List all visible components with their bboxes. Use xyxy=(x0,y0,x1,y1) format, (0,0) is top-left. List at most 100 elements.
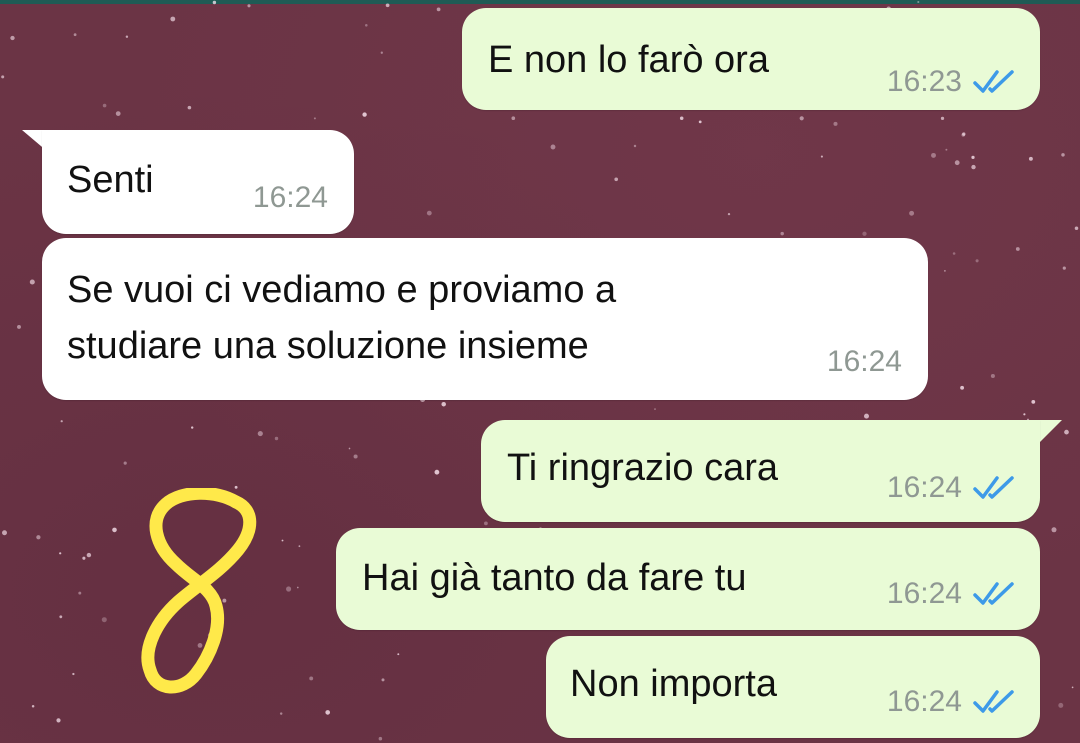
wallpaper-speck xyxy=(484,521,488,526)
wallpaper-speck xyxy=(72,672,75,676)
message-bubble-outgoing[interactable]: Hai già tanto da fare tu 16:24 xyxy=(336,528,1040,630)
wallpaper-speck xyxy=(952,252,956,255)
message-bubble-outgoing[interactable]: Non importa 16:24 xyxy=(546,636,1040,738)
wallpaper-speck xyxy=(971,155,975,160)
wallpaper-speck xyxy=(614,177,619,182)
handwritten-number-annotation xyxy=(141,488,257,694)
wallpaper-speck xyxy=(112,527,117,533)
wallpaper-speck xyxy=(820,155,823,158)
bubble-tail-outgoing xyxy=(1040,420,1062,442)
wallpaper-speck xyxy=(436,7,441,12)
wallpaper-speck xyxy=(698,120,702,124)
wallpaper-speck xyxy=(59,615,63,619)
wallpaper-speck xyxy=(29,279,35,285)
message-time: 16:24 xyxy=(252,181,328,214)
wallpaper-speck xyxy=(247,4,251,8)
wallpaper-speck xyxy=(212,0,217,5)
wallpaper-speck xyxy=(115,111,121,116)
message-meta: 16:24 xyxy=(253,178,328,218)
wallpaper-speck xyxy=(348,447,351,450)
wallpaper-speck xyxy=(59,552,62,555)
wallpaper-speck xyxy=(86,552,92,558)
wallpaper-speck xyxy=(971,164,976,170)
wallpaper-speck xyxy=(125,35,129,38)
wallpaper-speck xyxy=(780,231,784,236)
message-bubble-incoming[interactable]: Se vuoi ci vediamo e proviamo a studiare… xyxy=(42,238,928,400)
double-check-icon xyxy=(973,582,1014,605)
wallpaper-speck xyxy=(1031,400,1036,404)
wallpaper-speck xyxy=(296,586,299,589)
wallpaper-speck xyxy=(385,3,390,8)
wallpaper-speck xyxy=(362,112,367,117)
message-text: Senti xyxy=(67,159,154,201)
double-check-icon xyxy=(973,476,1014,499)
wallpaper-speck xyxy=(1058,702,1064,708)
wallpaper-speck xyxy=(56,718,61,723)
wallpaper-speck xyxy=(281,539,284,542)
wallpaper-speck xyxy=(102,103,107,108)
wallpaper-speck xyxy=(313,117,316,120)
wallpaper-speck xyxy=(60,420,63,423)
wallpaper-speck xyxy=(633,144,637,148)
wallpaper-speck xyxy=(381,678,385,682)
wallpaper-speck xyxy=(10,35,15,41)
wallpaper-speck xyxy=(1051,527,1057,533)
wallpaper-speck xyxy=(945,148,948,151)
wallpaper-speck xyxy=(864,413,869,419)
wallpaper-speck xyxy=(975,259,979,263)
wallpaper-speck xyxy=(257,431,263,437)
wallpaper-speck xyxy=(1015,247,1020,251)
message-time: 16:24 xyxy=(826,345,902,378)
wallpaper-speck xyxy=(909,210,915,216)
message-text-line: studiare una soluzione insieme xyxy=(67,325,589,367)
wallpaper-speck xyxy=(441,401,446,407)
wallpaper-speck xyxy=(2,530,7,536)
message-meta: 16:24 xyxy=(887,574,1018,614)
wallpaper-speck xyxy=(378,736,383,741)
wallpaper-speck xyxy=(36,535,41,540)
wallpaper-speck xyxy=(960,385,965,390)
wallpaper-speck xyxy=(325,710,331,715)
wallpaper-speck xyxy=(279,712,283,715)
message-text: Ti ringrazio cara xyxy=(507,447,779,489)
wallpaper-speck xyxy=(1028,156,1033,161)
message-bubble-incoming[interactable]: Senti 16:24 xyxy=(42,130,354,234)
message-meta: 16:24 xyxy=(827,342,902,382)
message-time: 16:24 xyxy=(886,685,962,718)
wallpaper-speck xyxy=(943,269,946,272)
message-text-line: Se vuoi ci vediamo e proviamo a xyxy=(67,269,617,311)
wallpaper-speck xyxy=(727,212,731,216)
wallpaper-speck xyxy=(940,116,945,121)
message-time: 16:24 xyxy=(886,471,962,504)
message-bubble-outgoing[interactable]: E non lo farò ora 16:23 xyxy=(462,8,1040,110)
message-meta: 16:24 xyxy=(887,468,1018,508)
wallpaper-speck xyxy=(309,676,314,681)
wallpaper-speck xyxy=(434,469,440,475)
wallpaper-speck xyxy=(990,373,995,379)
wallpaper-speck xyxy=(353,454,358,459)
wallpaper-speck xyxy=(170,16,176,22)
wallpaper-speck xyxy=(365,24,368,27)
wallpaper-speck xyxy=(931,152,936,158)
wallpaper-speck xyxy=(962,132,966,136)
wallpaper-speck xyxy=(1061,153,1065,157)
message-bubble-outgoing[interactable]: Ti ringrazio cara 16:24 xyxy=(481,420,1040,522)
wallpaper-speck xyxy=(73,33,77,37)
message-text: Hai già tanto da fare tu xyxy=(362,557,747,599)
wallpaper-speck xyxy=(17,324,21,329)
message-meta: 16:24 xyxy=(887,682,1018,722)
wallpaper-speck xyxy=(917,0,920,4)
wallpaper-speck xyxy=(191,426,194,429)
wallpaper-speck xyxy=(511,116,516,121)
message-time: 16:23 xyxy=(886,65,962,98)
wallpaper-speck xyxy=(954,160,960,166)
wallpaper-speck xyxy=(833,121,838,126)
message-meta: 16:23 xyxy=(887,62,1018,102)
wallpaper-speck xyxy=(82,556,86,560)
wallpaper-speck xyxy=(1023,413,1026,416)
wallpaper-speck xyxy=(187,105,192,110)
message-text: Non importa xyxy=(570,663,777,705)
wallpaper-speck xyxy=(298,545,301,548)
wallpaper-speck xyxy=(679,116,684,121)
wallpaper-speck xyxy=(1,75,5,79)
